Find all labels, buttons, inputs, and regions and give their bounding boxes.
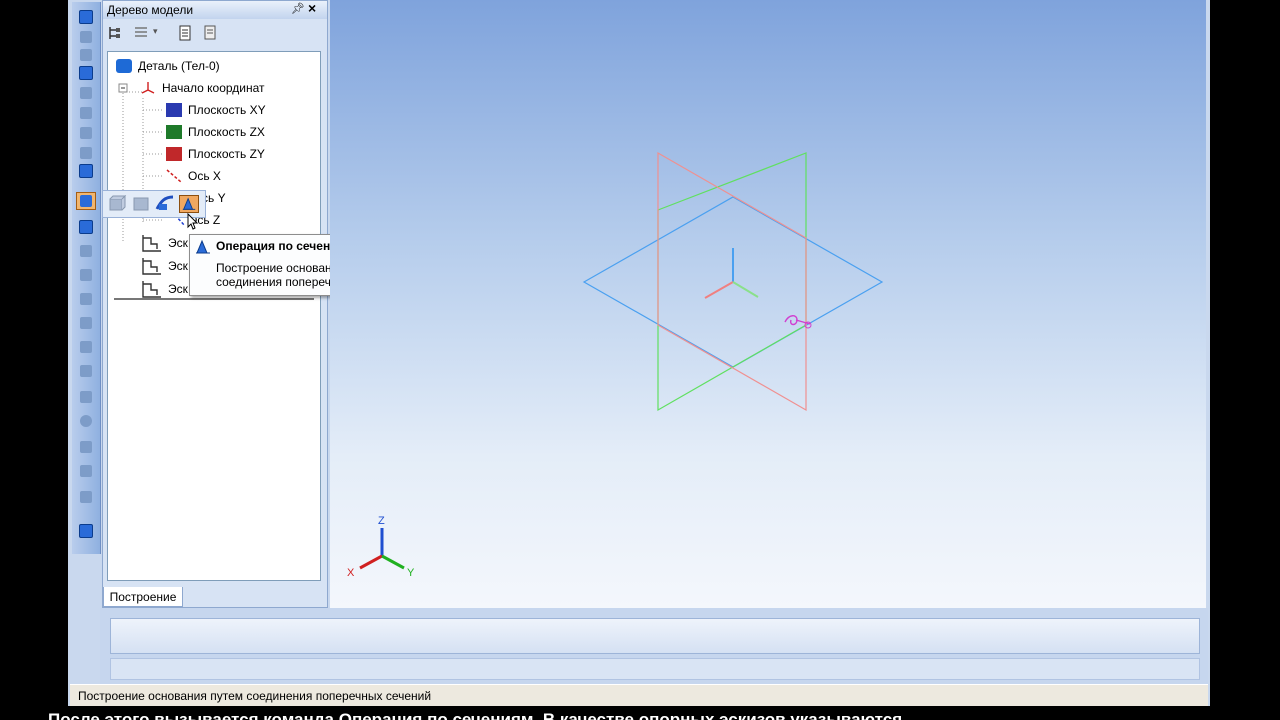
tree-node-label: Плоскость ZY [188,147,265,161]
loft-operation-icon[interactable] [179,195,199,213]
triad-label-x: X [347,567,355,579]
toolbar-button-5[interactable] [76,84,96,102]
property-panel [100,608,1208,684]
toolbar-button-1[interactable] [76,8,96,26]
model-tree-panel: Дерево модели 📌︎ × ▾ Деталь (Тел-0) Нача… [102,0,328,608]
properties-icon[interactable] [203,25,219,41]
toolbar-button-20[interactable] [76,438,96,456]
origin-axis-x [704,281,734,299]
sketch-icon [142,235,161,252]
model-tree-toolbar: ▾ [103,21,327,47]
document-icon[interactable] [177,25,193,41]
model-viewport[interactable]: Z X Y [330,0,1206,608]
orientation-triad: Z X Y [347,515,415,579]
tree-node-plane-zx[interactable]: Плоскость ZX [166,123,265,141]
toolbar-button-6[interactable] [76,104,96,122]
triad-label-y: Y [407,567,415,579]
toolbar-button-11[interactable] [76,218,96,236]
extrude-flyout-toolbar [102,190,206,230]
toolbar-button-8[interactable] [76,144,96,162]
toolbar-button-18[interactable] [76,388,96,406]
axis-x-icon [166,169,182,183]
tree-view-mode-icon[interactable] [133,25,149,41]
toolbar-button-16[interactable] [76,338,96,356]
toolbar-button-9[interactable] [76,162,96,180]
rotate-icon[interactable] [131,195,151,213]
model-tree: Деталь (Тел-0) Начало координат Плоскост… [107,51,321,581]
tree-tabbar: Построение [103,587,327,607]
toolbar-button-7[interactable] [76,124,96,142]
toolbar-button-21[interactable] [76,462,96,480]
tree-node-label: Плоскость XY [188,103,266,117]
kinematic-icon[interactable] [155,195,175,213]
tree-node-sketch-1[interactable]: Эск [140,234,188,252]
property-panel-field[interactable] [110,618,1200,654]
tree-node-label: Эск [168,236,188,250]
tree-separator [114,298,314,300]
mouse-cursor-icon [187,213,199,230]
tree-node-plane-xy[interactable]: Плоскость XY [166,101,266,119]
plane-zy-icon [166,147,182,161]
sketch-icon [142,258,161,275]
toolbar-button-23[interactable] [76,522,96,540]
tree-node-part[interactable]: Деталь (Тел-0) [116,57,220,75]
model-tree-title: Дерево модели [107,3,194,17]
toolbar-button-extrude-group[interactable] [76,192,96,210]
viewport-scene [582,151,884,412]
toolbar-button-13[interactable] [76,266,96,284]
status-text: Построение основания путем соединения по… [78,689,432,703]
toolbar-button-12[interactable] [76,242,96,260]
loft-operation-icon [196,239,210,254]
status-bar: Построение основания путем соединения по… [70,684,1208,706]
close-icon[interactable]: × [308,0,316,16]
tree-node-label: Плоскость ZX [188,125,265,139]
origin-axis-y [732,281,759,298]
tree-node-axis-x[interactable]: Ось X [166,167,221,185]
toolbar-button-3[interactable] [76,46,96,64]
tree-node-sketch-2[interactable]: Эск [140,257,188,275]
toolbar-button-15[interactable] [76,314,96,332]
tree-node-origin[interactable]: Начало координат [140,79,265,97]
chevron-down-icon[interactable]: ▾ [153,26,158,37]
tree-node-label: Деталь (Тел-0) [138,59,220,73]
model-tree-title-bar: Дерево модели 📌︎ × [103,0,327,19]
tree-node-sketch-3[interactable]: Эск [140,280,188,298]
toolbar-button-2[interactable] [76,28,96,46]
tree-structure-icon[interactable] [107,25,123,41]
toolbar-button-4[interactable] [76,64,96,82]
tab-construction[interactable]: Построение [103,587,183,607]
toolbar-button-19[interactable] [76,412,96,430]
tree-node-plane-zy[interactable]: Плоскость ZY [166,145,265,163]
property-panel-field-secondary[interactable] [110,658,1200,680]
toolbar-button-14[interactable] [76,290,96,308]
sketch-icon [142,281,161,298]
pin-icon[interactable]: 📌︎ [291,2,305,15]
tree-node-label: Ось X [188,169,221,183]
vertical-toolbar [72,2,101,554]
triad-label-z: Z [378,515,385,527]
extrude-icon[interactable] [107,195,127,213]
part-icon [116,59,132,73]
tree-node-label: Начало координат [162,81,265,95]
origin-icon [141,82,155,94]
tree-node-label: Эск [168,282,188,296]
toolbar-button-22[interactable] [76,488,96,506]
plane-xy-icon [166,103,182,117]
video-subtitle: После этого вызывается команда Операция … [0,706,1280,720]
toolbar-button-17[interactable] [76,362,96,380]
subtitle-text: После этого вызывается команда Операция … [48,710,903,720]
plane-zx-icon [166,125,182,139]
tree-node-label: Эск [168,259,188,273]
